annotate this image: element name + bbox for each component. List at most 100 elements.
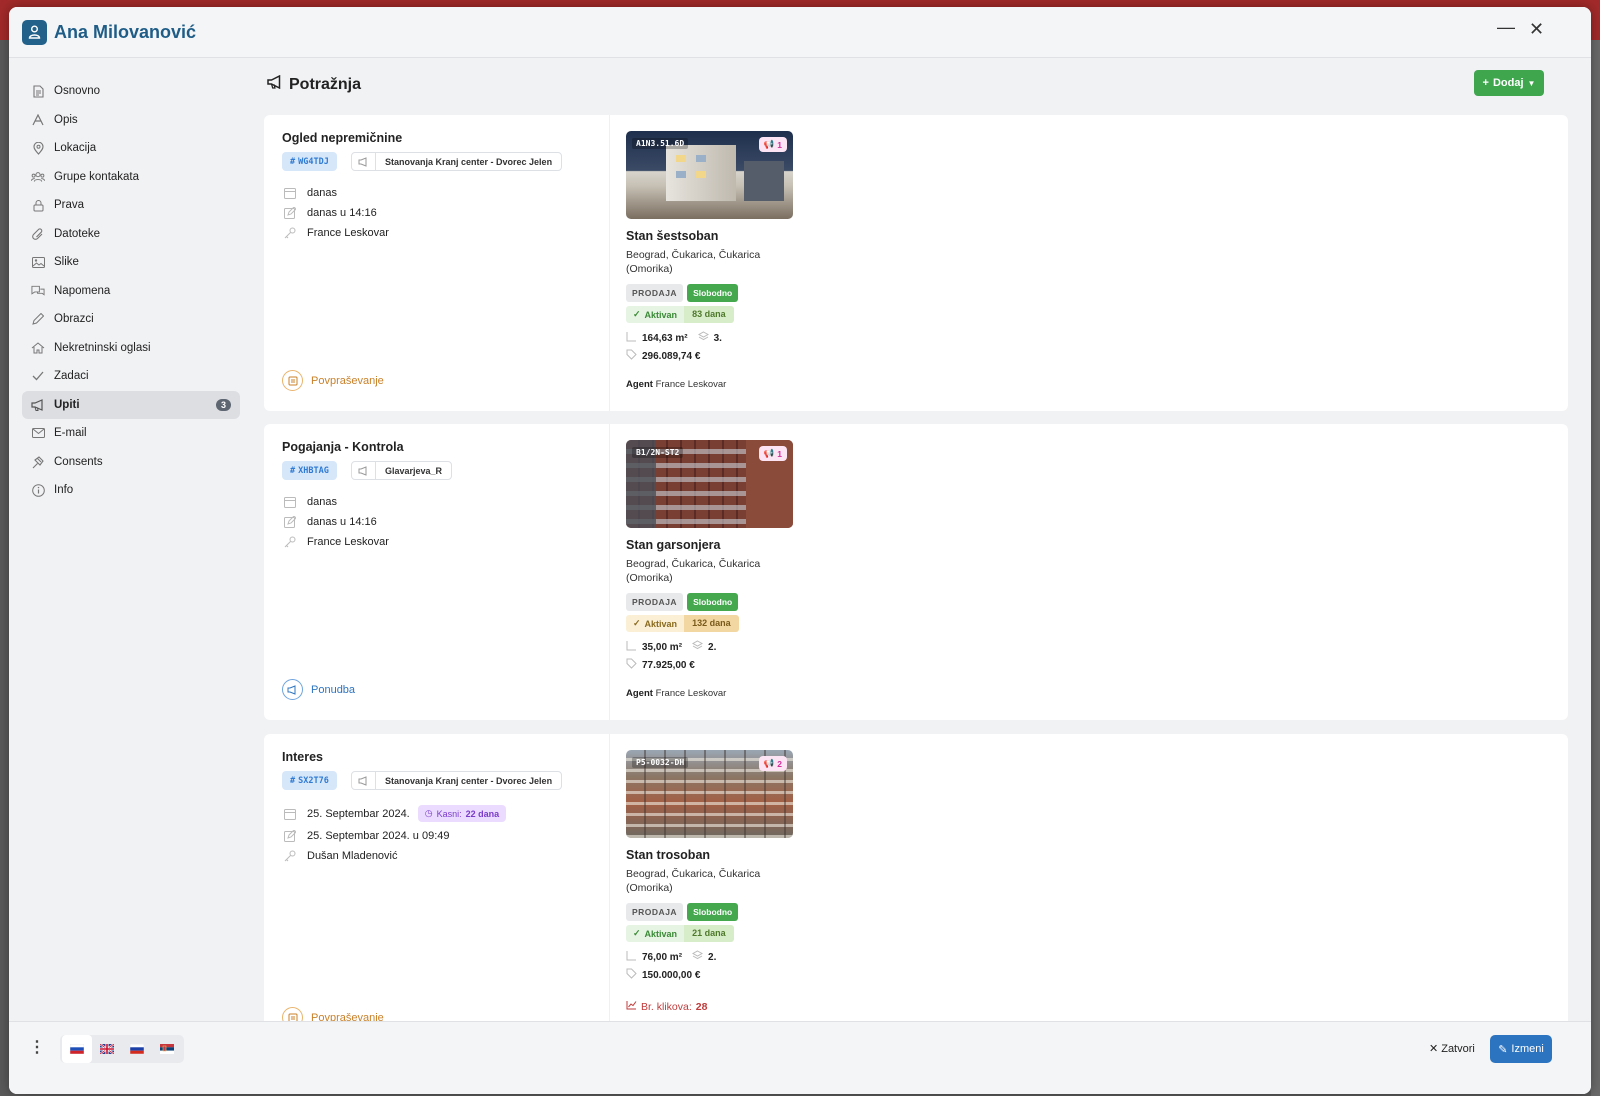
inquiry-card[interactable]: Ogled nepremičnine # WG4TDJ Stanovanja Kr… xyxy=(264,115,1568,411)
sidebar-item-nekretninski-oglasi[interactable]: Nekretninski oglasi xyxy=(22,334,240,362)
property-name[interactable]: Stan garsonjera xyxy=(626,538,720,552)
sidebar-item-lokacija[interactable]: Lokacija xyxy=(22,134,240,162)
inquiry-modified: danas u 14:16 xyxy=(284,515,377,528)
sidebar-item-datoteke[interactable]: Datoteke xyxy=(22,220,240,248)
property-specs: 164,63 m² 3. xyxy=(626,331,722,345)
users-icon xyxy=(31,170,45,184)
inquiry-code-badge[interactable]: # XHBTAG xyxy=(282,461,337,480)
sidebar-item-label: Prava xyxy=(54,199,85,211)
edit-icon xyxy=(284,206,297,219)
caret-down-icon: ▼ xyxy=(1527,78,1536,88)
sidebar-item-osnovno[interactable]: Osnovno xyxy=(22,77,240,105)
add-button[interactable]: + Dodaj ▼ xyxy=(1474,70,1544,96)
days-badge: 21 dana xyxy=(684,925,734,942)
inquiry-code-badge[interactable]: # SX2T76 xyxy=(282,771,337,790)
availability-badge: Slobodno xyxy=(687,284,739,302)
property-specs: 35,00 m² 2. xyxy=(626,640,716,654)
language-selector xyxy=(60,1035,184,1063)
sidebar-item-label: Slike xyxy=(54,256,79,268)
lock-icon xyxy=(31,198,45,212)
floor-icon xyxy=(697,331,709,345)
sidebar-item-opis[interactable]: Opis xyxy=(22,106,240,134)
property-location: Beograd, Čukarica, Čukarica (Omorika) xyxy=(626,558,761,584)
inquiry-title: Pogajanja - Kontrola xyxy=(282,440,404,454)
property-clicks: Br. klikova: 28 xyxy=(626,1000,707,1013)
inquiry-type-link[interactable]: Ponudba xyxy=(282,679,355,700)
inquiry-date: danas xyxy=(284,495,337,508)
hash-icon: # xyxy=(290,775,296,786)
megaphone-icon xyxy=(267,74,283,94)
property-specs: 76,00 m² 2. xyxy=(626,950,716,964)
edit-button[interactable]: ✎ Izmeni xyxy=(1490,1035,1552,1063)
sidebar-item-label: Obrazci xyxy=(54,313,94,325)
text-icon xyxy=(31,113,45,127)
source-tag[interactable]: Stanovanja Kranj center - Dvorec Jelen xyxy=(351,152,563,171)
property-photo[interactable]: B1/2N-ST2 📢 1 xyxy=(626,440,793,528)
hash-icon: # xyxy=(290,465,296,476)
flag-slovenia-icon[interactable] xyxy=(62,1035,92,1063)
area-icon xyxy=(626,331,637,345)
active-badge: ✓ Aktivan xyxy=(626,615,685,632)
megaphone-icon: 📢 xyxy=(763,139,775,149)
sidebar-item-napomena[interactable]: Napomena xyxy=(22,277,240,305)
plus-icon: + xyxy=(1482,77,1489,89)
sidebar-item-obrazci[interactable]: Obrazci xyxy=(22,305,240,333)
inquiry-person: France Leskovar xyxy=(284,535,389,548)
property-price: 296.089,74 € xyxy=(626,349,700,363)
sidebar-item-consents[interactable]: Consents xyxy=(22,448,240,476)
minimize-button[interactable]: — xyxy=(1497,17,1515,38)
sidebar-item-grupe-kontakata[interactable]: Grupe kontakata xyxy=(22,163,240,191)
source-tag[interactable]: Stanovanja Kranj center - Dvorec Jelen xyxy=(351,771,563,790)
flag-uk-icon[interactable] xyxy=(92,1035,122,1063)
tag-icon xyxy=(626,968,637,982)
sidebar: Osnovno Opis Lokacija Grupe kontakata Pr… xyxy=(9,59,254,1029)
activity-badges: ✓ Aktivan 21 dana xyxy=(626,925,734,942)
availability-badge: Slobodno xyxy=(687,593,739,611)
inquiry-title: Ogled nepremičnine xyxy=(282,131,403,145)
inquiry-code-badge[interactable]: # WG4TDJ xyxy=(282,152,337,171)
property-name[interactable]: Stan šestsoban xyxy=(626,229,718,243)
source-tag[interactable]: Glavarjeva_R xyxy=(351,461,453,480)
sidebar-item-prava[interactable]: Prava xyxy=(22,191,240,219)
inquiry-type-link[interactable]: Povpraševanje xyxy=(282,370,384,391)
inquiry-card[interactable]: Interes # SX2T76 Stanovanja Kranj center … xyxy=(264,734,1568,1030)
property-photo[interactable]: A1N3.51.6D 📢 1 xyxy=(626,131,793,219)
late-badge: ◷ Kasni: 22 dana xyxy=(417,805,507,822)
calendar-icon xyxy=(284,186,297,199)
area-icon xyxy=(626,950,637,964)
sidebar-item-label: Grupe kontakata xyxy=(54,171,140,183)
inquiry-count-badge: 📢 1 xyxy=(758,446,787,461)
megaphone-icon: 📢 xyxy=(763,448,775,458)
card-divider xyxy=(609,424,610,720)
property-photo[interactable]: P5-0032-DH 📢 2 xyxy=(626,750,793,838)
more-vertical-icon[interactable]: ⋮ xyxy=(29,1037,45,1057)
activity-badges: ✓ Aktivan 132 dana xyxy=(626,615,739,632)
inquiry-modified: danas u 14:16 xyxy=(284,206,377,219)
sidebar-item-info[interactable]: Info xyxy=(22,476,240,504)
sidebar-item-email[interactable]: E-mail xyxy=(22,419,240,447)
property-status-badges: PRODAJA Slobodno xyxy=(626,284,739,302)
megaphone-icon xyxy=(352,462,376,479)
count-badge: 3 xyxy=(215,399,231,411)
cancel-button[interactable]: ✕ Zatvori xyxy=(1429,1042,1475,1056)
page-title: Potražnja xyxy=(267,74,361,94)
sidebar-item-slike[interactable]: Slike xyxy=(22,248,240,276)
flag-russia-icon[interactable] xyxy=(122,1035,152,1063)
active-badge: ✓ Aktivan xyxy=(626,306,685,323)
sidebar-item-label: Datoteke xyxy=(54,228,101,240)
property-name[interactable]: Stan trosoban xyxy=(626,848,710,862)
inquiry-title: Interes xyxy=(282,750,323,764)
sidebar-item-label: Nekretninski oglasi xyxy=(54,342,151,354)
sidebar-item-zadaci[interactable]: Zadaci xyxy=(22,362,240,390)
inquiry-card[interactable]: Pogajanja - Kontrola # XHBTAG Glavarjeva_… xyxy=(264,424,1568,720)
sidebar-item-upiti[interactable]: Upiti 3 xyxy=(22,391,240,419)
flag-serbia-icon[interactable] xyxy=(152,1035,182,1063)
close-icon[interactable]: ✕ xyxy=(1529,19,1544,40)
sidebar-item-label: Zadaci xyxy=(54,370,89,382)
sidebar-item-label: Upiti xyxy=(54,399,80,411)
property-status-badges: PRODAJA Slobodno xyxy=(626,903,739,921)
inquiry-date: danas xyxy=(284,186,337,199)
envelope-icon xyxy=(31,426,45,440)
modal-header: Ana Milovanović — ✕ xyxy=(9,7,1591,58)
megaphone-icon xyxy=(352,772,376,789)
